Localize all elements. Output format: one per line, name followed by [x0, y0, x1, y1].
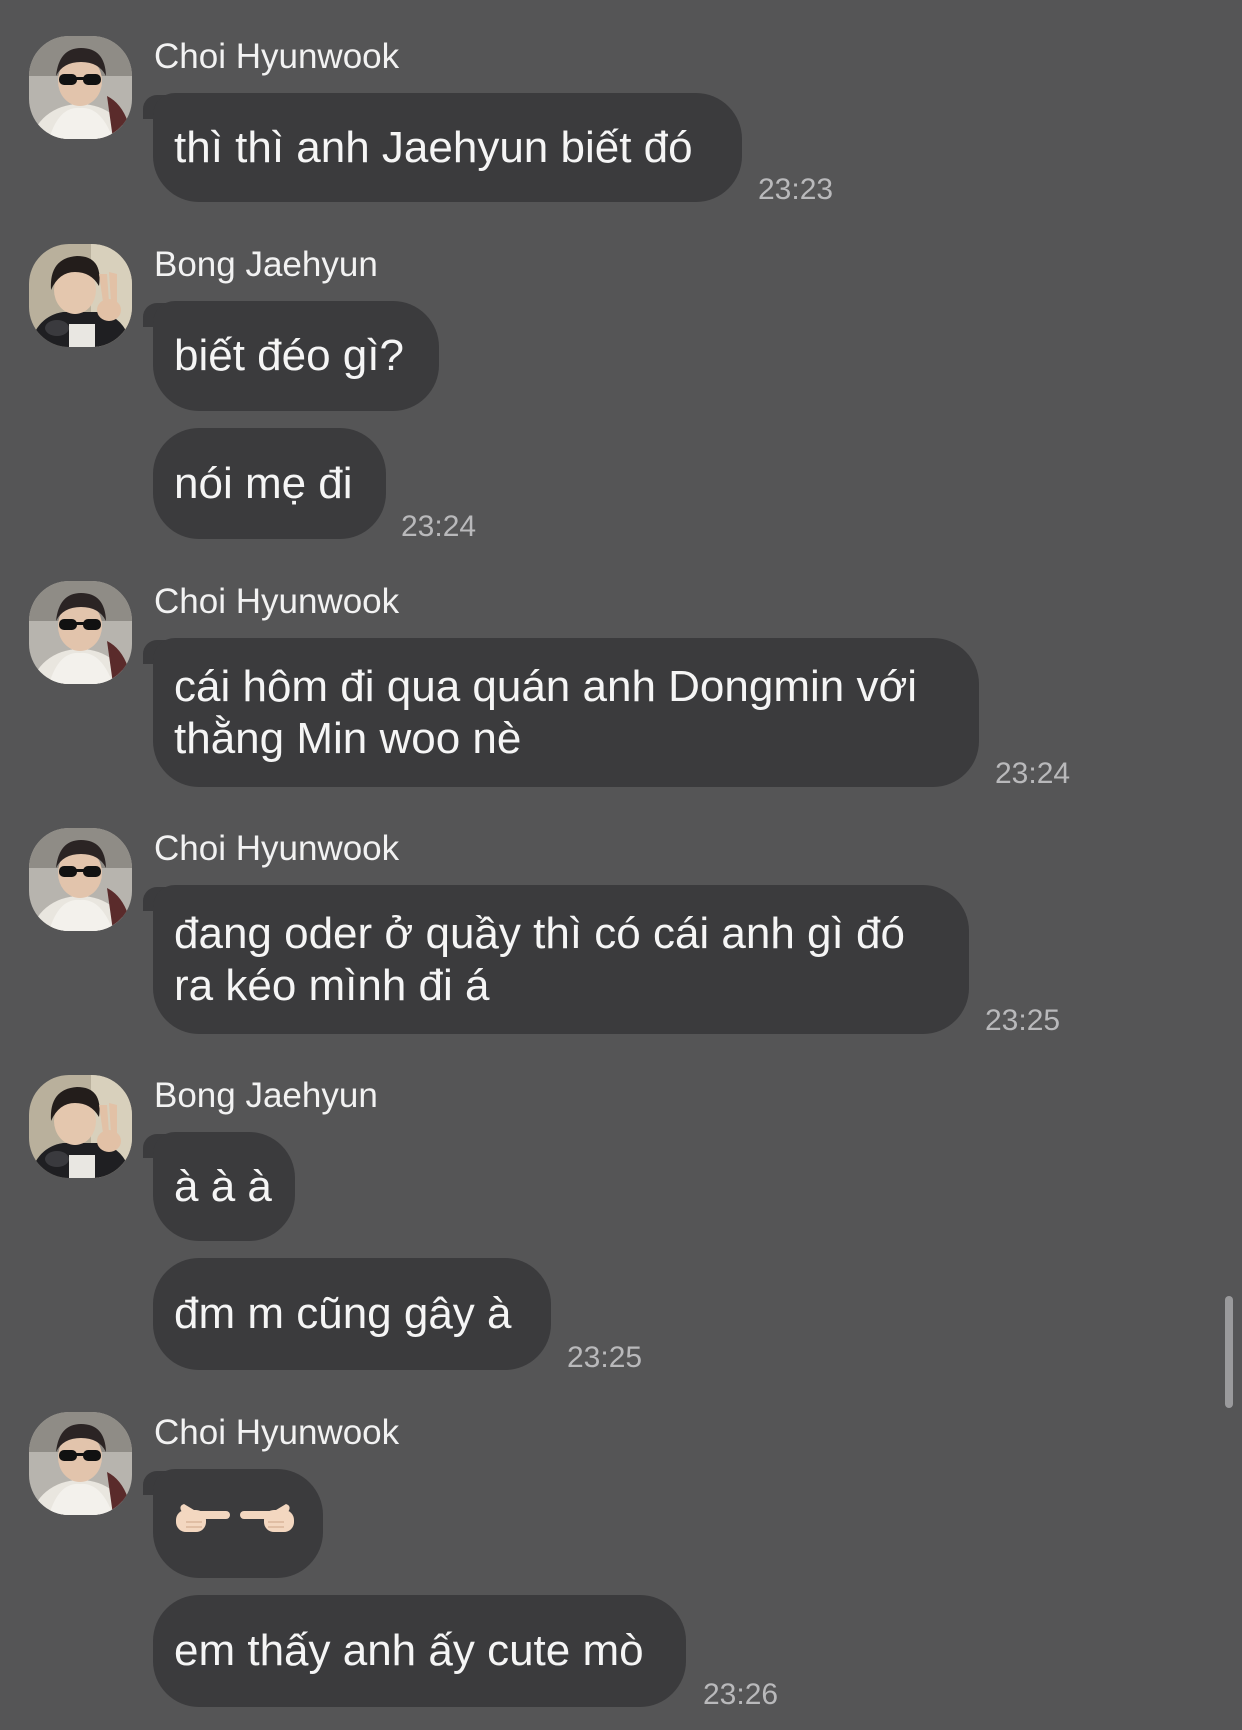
message-bubble[interactable]: nói mẹ đi	[153, 428, 386, 539]
message-bubble[interactable]: em thấy anh ấy cute mò	[153, 1595, 686, 1707]
message-text: biết đéo gì?	[174, 331, 404, 380]
message-time: 23:25	[567, 1341, 643, 1374]
message-text: đm m cũng gây à	[174, 1289, 512, 1338]
message-bubble[interactable]: à à à	[153, 1132, 295, 1241]
message-text: cái hôm đi qua quán anh Dongmin với thằn…	[174, 661, 918, 763]
pointing-left-hand-icon	[238, 1498, 296, 1550]
sender-name: Bong Jaehyun	[154, 245, 378, 284]
message-time: 23:23	[758, 173, 834, 206]
sender-name: Choi Hyunwook	[154, 1413, 400, 1452]
chat-view[interactable]: Choi Hyunwook thì thì anh Jaehyun biết đ…	[0, 0, 1242, 1730]
message-bubble[interactable]: cái hôm đi qua quán anh Dongmin với thằn…	[153, 638, 979, 787]
message-time: 23:24	[401, 510, 477, 543]
sender-name: Choi Hyunwook	[154, 829, 400, 868]
sender-name: Choi Hyunwook	[154, 37, 400, 76]
message-bubble[interactable]: đang oder ở quầy thì có cái anh gì đó ra…	[153, 885, 969, 1034]
message-text: nói mẹ đi	[174, 458, 353, 508]
message-bubble[interactable]: thì thì anh Jaehyun biết đó	[153, 93, 742, 202]
sunglasses-person-avatar[interactable]	[29, 828, 132, 931]
message-text: thì thì anh Jaehyun biết đó	[174, 122, 693, 172]
message-bubble[interactable]: đm m cũng gây à	[153, 1258, 551, 1370]
message-text: à à à	[174, 1161, 272, 1211]
message-time: 23:24	[995, 757, 1071, 790]
scrollbar-thumb[interactable]	[1225, 1296, 1233, 1408]
sender-name: Choi Hyunwook	[154, 582, 400, 621]
emoji-row	[174, 1498, 296, 1550]
emoji-message-bubble[interactable]: 👉🏻👈🏻	[153, 1469, 323, 1578]
peace-sign-person-avatar[interactable]	[29, 244, 132, 347]
message-text: đang oder ở quầy thì có cái anh gì đó ra…	[174, 908, 905, 1010]
message-time: 23:25	[985, 1004, 1061, 1037]
sunglasses-person-avatar[interactable]	[29, 36, 132, 139]
sunglasses-person-avatar[interactable]	[29, 581, 132, 684]
sender-name: Bong Jaehyun	[154, 1076, 378, 1115]
pointing-right-hand-icon	[174, 1498, 232, 1550]
peace-sign-person-avatar[interactable]	[29, 1075, 132, 1178]
message-text: em thấy anh ấy cute mò	[174, 1626, 644, 1675]
sunglasses-person-avatar[interactable]	[29, 1412, 132, 1515]
message-bubble[interactable]: biết đéo gì?	[153, 301, 439, 411]
message-time: 23:26	[703, 1678, 779, 1711]
